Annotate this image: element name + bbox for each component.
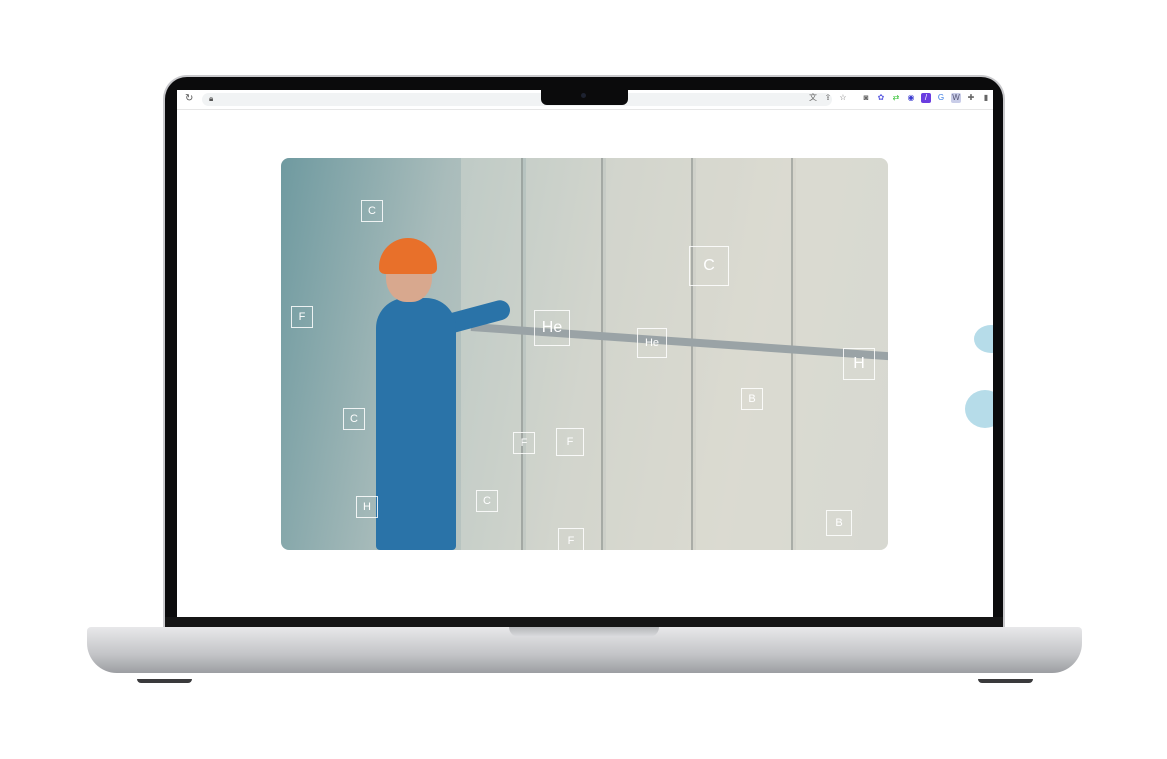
extension-icons: 文 ⇪ ☆ ◙ ✿ ⇄ ◉ / G W ✚ ▮: [808, 93, 991, 103]
laptop-base: [87, 627, 1082, 673]
element-tile: C: [689, 246, 729, 286]
camera-icon[interactable]: ◙: [861, 93, 871, 103]
laptop-foot: [978, 679, 1033, 683]
sidebar-icon[interactable]: ▮: [981, 93, 991, 103]
element-tile: He: [534, 310, 570, 346]
laptop-foot: [137, 679, 192, 683]
address-bar[interactable]: 🔒︎: [202, 93, 832, 106]
translate-extension-icon[interactable]: G: [936, 93, 946, 103]
cabinet: [696, 158, 793, 550]
lock-icon: 🔒︎: [209, 94, 214, 103]
browser-window: ↻ 🔒︎ 文 ⇪ ☆ ◙ ✿ ⇄ ◉ / G W ✚ ▮ C C He He H…: [177, 90, 993, 617]
extension-badge-icon[interactable]: ✿: [876, 93, 886, 103]
laptop-chin: [165, 617, 1003, 627]
element-tile: B: [741, 388, 763, 410]
element-tile: C: [343, 408, 365, 430]
element-tile: B: [826, 510, 852, 536]
element-tile: He: [637, 328, 667, 358]
element-tile: C: [476, 490, 498, 512]
worker: [376, 298, 456, 550]
element-tile: H: [843, 348, 875, 380]
vpn-icon[interactable]: /: [921, 93, 931, 103]
cabinet: [526, 158, 603, 550]
globe-icon[interactable]: ◉: [906, 93, 916, 103]
share-icon[interactable]: ⇪: [823, 93, 833, 103]
element-tile: H: [356, 496, 378, 518]
reader-icon[interactable]: W: [951, 93, 961, 103]
lid-groove: [509, 627, 659, 637]
element-tile: F: [291, 306, 313, 328]
puzzle-icon[interactable]: ✚: [966, 93, 976, 103]
reload-icon[interactable]: ↻: [185, 93, 193, 104]
sync-icon[interactable]: ⇄: [891, 93, 901, 103]
decorative-blob: [974, 325, 993, 353]
camera-notch: [541, 90, 628, 105]
translate-icon[interactable]: 文: [808, 93, 818, 103]
decorative-blob: [965, 390, 993, 428]
hero-image: C C He He H F F F B C H B C F: [281, 158, 888, 550]
camera-icon: [581, 93, 586, 98]
hard-hat: [379, 238, 437, 274]
star-icon[interactable]: ☆: [838, 93, 848, 103]
element-tile: F: [558, 528, 584, 550]
element-tile: C: [361, 200, 383, 222]
element-tile: F: [556, 428, 584, 456]
element-tile: F: [513, 432, 535, 454]
